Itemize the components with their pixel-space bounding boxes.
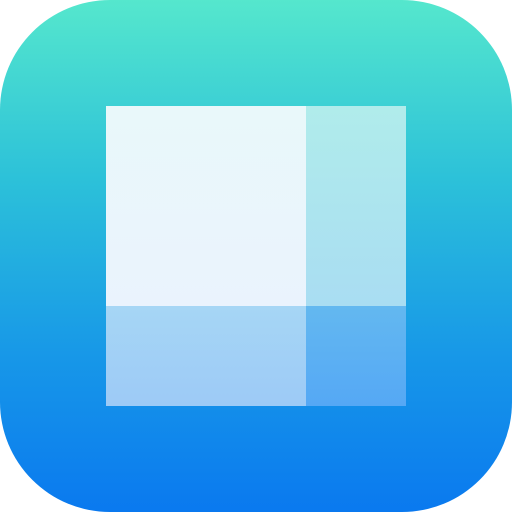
grid-layout-icon xyxy=(106,106,406,406)
app-icon[interactable] xyxy=(0,0,512,512)
grid-tile-main xyxy=(106,106,306,306)
grid-tile-corner xyxy=(306,306,406,406)
grid-tile-bottom xyxy=(106,306,306,406)
grid-tile-right xyxy=(306,106,406,306)
